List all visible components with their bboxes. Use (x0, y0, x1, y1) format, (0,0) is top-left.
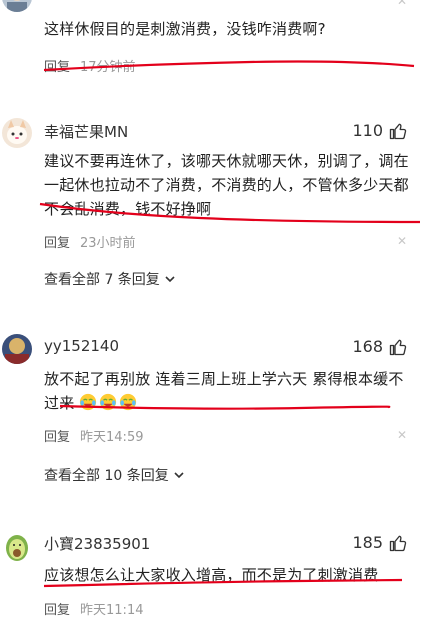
close-icon[interactable]: ✕ (397, 0, 407, 8)
chevron-down-icon (174, 472, 184, 479)
username[interactable]: 小寶23835901 (44, 533, 150, 554)
avatar[interactable] (2, 532, 32, 562)
like-count: 185 (352, 533, 383, 552)
crying-laughing-emoji (120, 393, 137, 411)
view-replies-link[interactable]: 查看全部 10 条回复 (44, 465, 185, 485)
timestamp: 昨天11:14 (80, 603, 144, 618)
comment-text: 应该想怎么让大家收入增高，而不是为了刺激消费 (44, 566, 379, 584)
comment-text: 放不起了再别放 连着三周上班上学六天 累得根本缓不过来 (44, 367, 409, 415)
like-count: 110 (352, 121, 383, 140)
like-count: 168 (352, 337, 383, 356)
crying-laughing-emoji (80, 393, 97, 411)
avatar[interactable] (2, 118, 32, 148)
comment-text: 这样休假目的是刺激消费，没钱咋消费啊? (44, 20, 326, 38)
avatar[interactable] (2, 0, 32, 12)
close-icon[interactable]: ✕ (397, 234, 407, 248)
thumbs-up-icon[interactable] (389, 534, 407, 552)
view-replies-label: 查看全部 10 条回复 (44, 468, 169, 484)
reply-button[interactable]: 回复 (44, 426, 70, 445)
crying-laughing-emoji (100, 393, 117, 411)
username[interactable]: yy152140 (44, 337, 119, 355)
comment-text: 建议不要再连休了，该哪天休就哪天休，别调了，调在一起休也拉动不了消费，不消费的人… (44, 152, 409, 218)
reply-button[interactable]: 回复 (44, 599, 70, 618)
like-button[interactable]: 185 (352, 533, 407, 552)
view-replies-label: 查看全部 7 条回复 (44, 272, 160, 288)
reply-button[interactable]: 回复 (44, 232, 70, 251)
view-replies-link[interactable]: 查看全部 7 条回复 (44, 269, 176, 289)
reply-button[interactable]: 回复 (44, 56, 70, 75)
avatar[interactable] (2, 334, 32, 364)
close-icon[interactable]: ✕ (397, 428, 407, 442)
timestamp: 23小时前 (80, 236, 136, 251)
annotation-underline (39, 60, 421, 588)
like-button[interactable]: 110 (352, 121, 407, 140)
chevron-down-icon (165, 276, 175, 283)
timestamp: 17分钟前 (80, 60, 136, 75)
comment-text-body: 放不起了再别放 连着三周上班上学六天 累得根本缓不过来 (44, 370, 404, 412)
thumbs-up-icon[interactable] (389, 338, 407, 356)
timestamp: 昨天14:59 (80, 430, 144, 445)
username[interactable]: 幸福芒果MN (44, 121, 128, 142)
like-button[interactable]: 168 (352, 337, 407, 356)
thumbs-up-icon[interactable] (389, 122, 407, 140)
